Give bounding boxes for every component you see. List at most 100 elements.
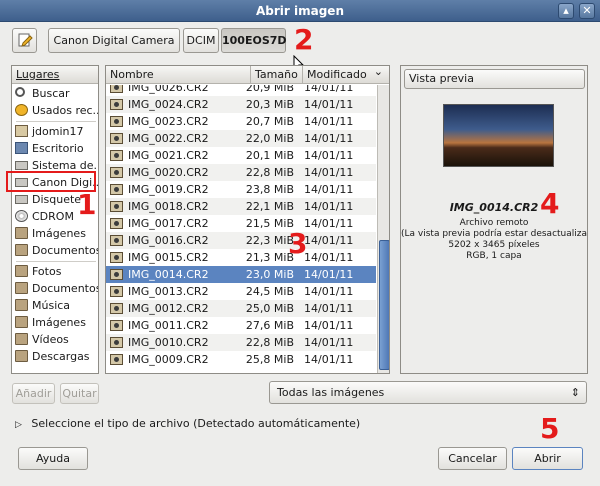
raw-image-icon (110, 150, 123, 161)
folder-icon (15, 282, 28, 294)
bookmark-photos[interactable]: Fotos (12, 263, 98, 280)
preview-panel: Vista previa IMG_0014.CR2 Archivo remoto… (400, 65, 588, 374)
cdrom-icon (15, 210, 28, 222)
places-header: Lugares (12, 66, 98, 84)
annotation-5: 5 (540, 412, 560, 445)
place-images[interactable]: Imágenes (12, 225, 98, 242)
places-separator (16, 261, 96, 262)
preview-header: Vista previa (404, 69, 585, 89)
place-home[interactable]: jdomin17 (12, 123, 98, 140)
raw-image-icon (110, 133, 123, 144)
column-size[interactable]: Tamaño (250, 66, 302, 84)
place-recent[interactable]: Usados rec... (12, 102, 98, 119)
folder-icon (15, 299, 28, 311)
column-modified[interactable]: Modificado ⌄ (302, 65, 389, 84)
scrollbar-thumb[interactable] (379, 240, 389, 370)
table-row[interactable]: IMG_0009.CR2 25,8 MiB 14/01/11 (106, 351, 376, 368)
raw-image-icon (110, 303, 123, 314)
table-row[interactable]: IMG_0016.CR2 22,3 MiB 14/01/11 (106, 232, 376, 249)
bookmark-images[interactable]: Imágenes (12, 314, 98, 331)
updown-arrows-icon: ⇕ (570, 386, 580, 399)
bookmark-music[interactable]: Música (12, 297, 98, 314)
places-separator (16, 121, 96, 122)
table-row[interactable]: IMG_0018.CR2 22,1 MiB 14/01/11 (106, 198, 376, 215)
help-button[interactable]: Ayuda (18, 447, 88, 470)
remove-bookmark-button[interactable]: Quitar (60, 383, 99, 404)
table-row-selected[interactable]: IMG_0014.CR2 23,0 MiB 14/01/11 (106, 266, 376, 283)
table-row[interactable]: IMG_0026.CR2 20,9 MiB 14/01/11 (106, 85, 376, 96)
table-row[interactable]: IMG_0013.CR2 24,5 MiB 14/01/11 (106, 283, 376, 300)
floppy-icon (15, 195, 28, 204)
desktop-icon (15, 142, 28, 154)
maximize-button[interactable]: ▴ (558, 3, 574, 19)
raw-image-icon (110, 337, 123, 348)
pencil-icon (18, 33, 33, 47)
table-row[interactable]: IMG_0022.CR2 22,0 MiB 14/01/11 (106, 130, 376, 147)
bookmark-documents[interactable]: Documentos (12, 280, 98, 297)
preview-thumbnail (443, 104, 554, 167)
raw-image-icon (110, 99, 123, 110)
table-row[interactable]: IMG_0011.CR2 27,6 MiB 14/01/11 (106, 317, 376, 334)
breadcrumb-item-dcim[interactable]: DCIM (183, 28, 219, 53)
folder-icon (15, 244, 28, 256)
folder-icon (15, 333, 28, 345)
sort-chevron-icon: ⌄ (373, 65, 383, 78)
column-modified-label: Modificado (307, 68, 367, 81)
open-button[interactable]: Abrir (512, 447, 583, 470)
window-title: Abrir imagen (256, 4, 344, 18)
raw-image-icon (110, 320, 123, 331)
cancel-button[interactable]: Cancelar (438, 447, 507, 470)
table-row[interactable]: IMG_0015.CR2 21,3 MiB 14/01/11 (106, 249, 376, 266)
preview-outdated-note: (La vista previa podría estar desactuali… (401, 229, 588, 239)
filetype-label: Seleccione el tipo de archivo (Detectado… (31, 417, 361, 430)
raw-image-icon (110, 269, 123, 280)
place-documents[interactable]: Documentos (12, 242, 98, 259)
file-list: Nombre Tamaño Modificado ⌄ IMG_0026.CR2 2… (105, 65, 390, 374)
close-button[interactable]: ✕ (579, 3, 595, 19)
expander-arrow-icon: ▷ (15, 420, 22, 430)
title-bar: Abrir imagen ▴ ✕ (0, 0, 600, 22)
file-filter-select[interactable]: Todas las imágenes ⇕ (269, 381, 587, 404)
annotation-4: 4 (540, 187, 560, 220)
folder-icon (15, 316, 28, 328)
place-search[interactable]: Buscar (12, 85, 98, 102)
raw-image-icon (110, 354, 123, 365)
table-row[interactable]: IMG_0020.CR2 22,8 MiB 14/01/11 (106, 164, 376, 181)
raw-image-icon (110, 201, 123, 212)
breadcrumb-item-canon-digital-camera[interactable]: Canon Digital Camera (48, 28, 180, 53)
table-row[interactable]: IMG_0023.CR2 20,7 MiB 14/01/11 (106, 113, 376, 130)
search-icon (15, 87, 25, 97)
raw-image-icon (110, 286, 123, 297)
table-row[interactable]: IMG_0010.CR2 22,8 MiB 14/01/11 (106, 334, 376, 351)
table-row[interactable]: IMG_0019.CR2 23,8 MiB 14/01/11 (106, 181, 376, 198)
preview-color-mode: RGB, 1 capa (466, 251, 522, 261)
breadcrumb-item-100eos7d[interactable]: 100EOS7D (221, 28, 287, 53)
table-row[interactable]: IMG_0021.CR2 20,1 MiB 14/01/11 (106, 147, 376, 164)
table-row[interactable]: IMG_0012.CR2 25,0 MiB 14/01/11 (106, 300, 376, 317)
table-row[interactable]: IMG_0024.CR2 20,3 MiB 14/01/11 (106, 96, 376, 113)
column-name[interactable]: Nombre (106, 66, 250, 84)
file-filter-value: Todas las imágenes (277, 386, 385, 399)
home-folder-icon (15, 125, 28, 137)
file-rows: IMG_0026.CR2 20,9 MiB 14/01/11 IMG_0024.CR… (106, 85, 378, 373)
raw-image-icon (110, 218, 123, 229)
raw-image-icon (110, 116, 123, 127)
preview-dimensions: 5202 x 3465 píxeles (448, 240, 540, 250)
folder-icon (15, 350, 28, 362)
add-bookmark-button[interactable]: Añadir (12, 383, 55, 404)
edit-location-button[interactable] (12, 28, 37, 53)
drive-icon (15, 161, 28, 170)
raw-image-icon (110, 252, 123, 263)
table-row[interactable]: IMG_0017.CR2 21,5 MiB 14/01/11 (106, 215, 376, 232)
folder-icon (15, 227, 28, 239)
raw-image-icon (110, 235, 123, 246)
file-list-scrollbar[interactable] (377, 85, 389, 373)
annotation-3: 3 (288, 227, 308, 260)
annotation-1: 1 (77, 188, 97, 221)
raw-image-icon (110, 85, 123, 93)
bookmark-downloads[interactable]: Descargas (12, 348, 98, 365)
filetype-expander[interactable]: ▷ Seleccione el tipo de archivo (Detecta… (15, 416, 360, 432)
place-desktop[interactable]: Escritorio (12, 140, 98, 157)
annotation-2: 2 (294, 23, 314, 56)
bookmark-videos[interactable]: Vídeos (12, 331, 98, 348)
